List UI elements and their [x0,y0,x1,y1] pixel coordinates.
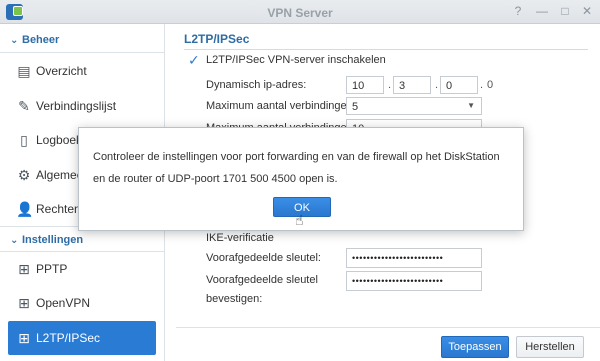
psk-confirm-label: Voorafgedeelde sleutel [206,274,318,286]
sidebar-item-label: L2TP/IPSec [36,331,101,345]
sidebar-item-l2tp-ipsec[interactable]: ⊞ L2TP/IPSec [8,321,156,355]
sidebar-item-label: Verbindingslijst [36,99,117,113]
max-connections-label: Maximum aantal verbindingen: [206,100,356,112]
psk-confirm-field[interactable]: ••••••••••••••••••••••••• [346,271,482,291]
window-title: VPN Server [267,6,333,20]
ip-separator: . [480,79,484,91]
sidebar-item-openvpn[interactable]: ⊞ OpenVPN [8,286,156,320]
psk-label: Voorafgedeelde sleutel: [206,252,321,264]
sidebar-item-label: Logboek [36,133,83,147]
sidebar-item-label: Overzicht [36,64,87,78]
psk-field[interactable]: ••••••••••••••••••••••••• [346,248,482,268]
window-titlebar: VPN Server ? — □ ✕ [0,0,600,24]
minimize-icon[interactable]: — [535,4,549,18]
enable-checkbox[interactable]: ✓ [188,53,201,67]
network-icon: ⊞ [18,261,30,277]
sidebar-item-pptp[interactable]: ⊞ PPTP [8,252,156,286]
close-icon[interactable]: ✕ [580,4,594,18]
sidebar-item-label: Rechten [36,202,81,216]
max-connections-select[interactable]: 5 ▼ [346,97,482,115]
reset-button[interactable]: Herstellen [516,336,584,358]
panel-title: L2TP/IPSec [184,32,250,46]
overview-icon: ▤ [17,63,31,79]
ip-octet-1[interactable]: 10 [346,76,384,94]
ip-octet-4: 0 [487,79,494,91]
enable-checkbox-label: L2TP/IPSec VPN-server inschakelen [206,54,386,66]
psk-confirm-label-2: bevestigen: [206,293,263,305]
ip-octet-2[interactable]: 3 [393,76,431,94]
divider [0,52,165,53]
hand-cursor-icon: ☝ [295,212,304,228]
chevron-down-icon: ⌄ [10,35,19,46]
dialog-message: Controleer de instellingen voor port for… [93,151,500,185]
plug-icon: ✎ [18,98,30,114]
gear-icon: ⚙ [17,167,31,183]
chevron-down-icon: ⌄ [10,235,19,246]
user-icon: 👤 [16,201,34,217]
dynamic-ip-label: Dynamisch ip-adres: [206,79,307,91]
sidebar-item-verbindingslijst[interactable]: ✎ Verbindingslijst [8,89,156,123]
ike-label: IKE-verificatie [206,232,274,244]
divider [184,49,588,50]
maximize-icon[interactable]: □ [558,4,572,18]
network-icon: ⊞ [18,330,30,346]
ip-separator: . [435,79,439,91]
message-dialog: Controleer de instellingen voor port for… [78,127,524,231]
ip-octet-3[interactable]: 0 [440,76,478,94]
log-icon: ▯ [20,132,28,148]
sidebar-item-label: OpenVPN [36,296,91,310]
network-icon: ⊞ [18,295,30,311]
help-icon[interactable]: ? [511,4,525,18]
sidebar-item-overzicht[interactable]: ▤ Overzicht [8,54,156,88]
sidebar-section-beheer[interactable]: ⌄ Beheer [10,34,59,52]
divider [176,327,600,328]
apply-button[interactable]: Toepassen [441,336,509,358]
ip-separator: . [388,79,392,91]
sidebar-item-label: PPTP [36,262,68,276]
sidebar-section-instellingen[interactable]: ⌄ Instellingen [10,234,83,252]
chevron-down-icon: ▼ [467,101,475,110]
